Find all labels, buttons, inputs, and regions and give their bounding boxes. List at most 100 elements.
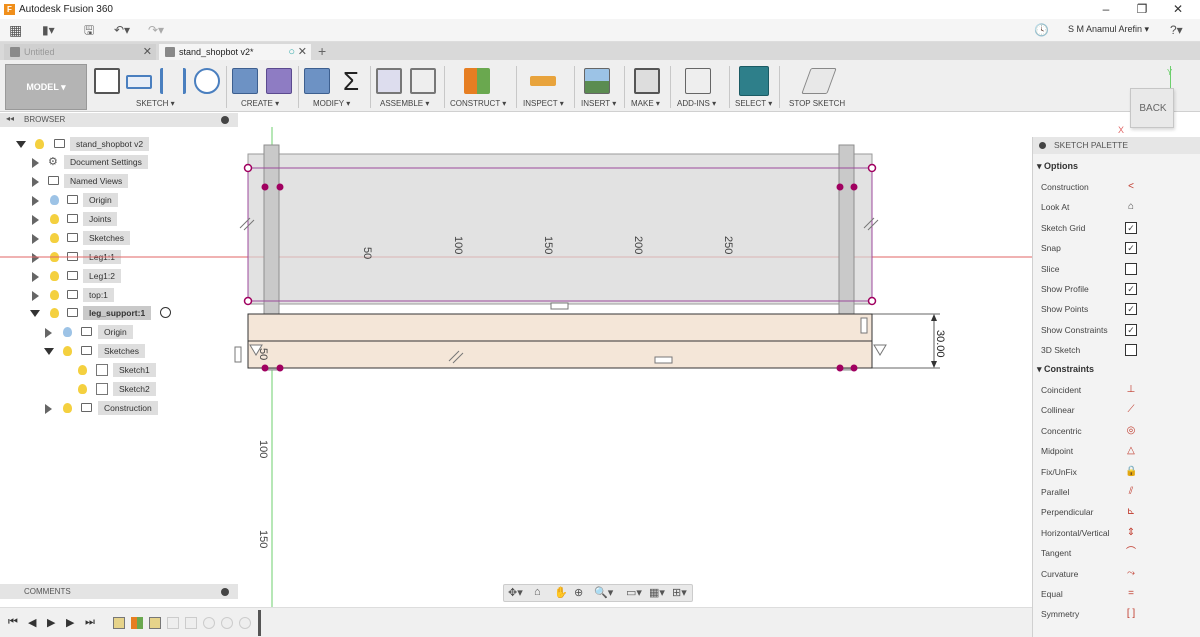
constraint-curvature[interactable]: Curvature ⤳ xyxy=(1041,566,1197,582)
scripts-addins-icon[interactable] xyxy=(685,68,711,94)
timeline-feature-icon[interactable] xyxy=(185,617,197,629)
tab-stand-shopbot[interactable]: stand_shopbot v2* ○ ✕ xyxy=(159,44,311,60)
timeline-feature-icon[interactable] xyxy=(167,617,179,629)
tangent-icon[interactable]: ⌒ xyxy=(1125,547,1137,559)
look-at-icon[interactable]: ⌂ xyxy=(1125,201,1137,213)
sketch-endpoint[interactable] xyxy=(276,183,284,191)
press-pull-icon[interactable] xyxy=(304,68,330,94)
timeline-marker[interactable] xyxy=(258,610,261,636)
construction-icon[interactable]: < xyxy=(1125,181,1137,193)
constraint-midpoint[interactable]: Midpoint △ xyxy=(1041,443,1197,459)
add-ins-menu[interactable]: ADD-INS ▾ xyxy=(677,99,716,108)
assemble-menu[interactable]: ASSEMBLE ▾ xyxy=(380,99,429,108)
undo-icon[interactable]: ↶▾ xyxy=(114,22,130,39)
offset-plane-icon[interactable] xyxy=(464,68,490,94)
workspace-switcher[interactable]: MODEL ▾ xyxy=(5,64,87,110)
constraint-parallel[interactable]: Parallel ⫽ xyxy=(1041,484,1197,500)
horizontal-constraint-icon[interactable] xyxy=(550,302,569,310)
constraint-tangent[interactable]: Tangent ⌒ xyxy=(1041,545,1197,561)
palette-checkbox[interactable]: ✓ xyxy=(1125,221,1137,234)
save-icon[interactable]: 🖫 xyxy=(84,22,94,39)
palette-option-3d-sketch[interactable]: 3D Sketch xyxy=(1041,342,1197,358)
constraint-coincident[interactable]: Coincident ⊥ xyxy=(1041,382,1197,398)
palette-option-snap[interactable]: Snap ✓ xyxy=(1041,240,1197,256)
user-name-menu[interactable]: S M Anamul Arefin ▾ xyxy=(1068,24,1149,35)
equal-icon[interactable]: = xyxy=(1125,588,1137,600)
palette-checkbox[interactable]: ✓ xyxy=(1125,303,1137,316)
new-component-icon[interactable] xyxy=(376,68,402,94)
constraint-collinear[interactable]: Collinear ⟋ xyxy=(1041,402,1197,418)
close-tab-icon[interactable]: ✕ xyxy=(298,44,307,60)
design-canvas[interactable]: 50 100 150 200 250 50 100 150 30.00 xyxy=(0,127,1032,607)
vertical-constraint-icon[interactable] xyxy=(860,317,868,334)
job-status-clock-icon[interactable]: 🕓 xyxy=(1034,22,1049,39)
sketch-endpoint[interactable] xyxy=(836,364,844,372)
collapse-browser-icon[interactable]: ◂◂ xyxy=(6,114,14,123)
inspect-menu[interactable]: INSPECT ▾ xyxy=(523,99,564,108)
sketch-endpoint[interactable] xyxy=(276,364,284,372)
lock-icon[interactable]: 🔒 xyxy=(1125,466,1137,478)
palette-option-show-constraints[interactable]: Show Constraints ✓ xyxy=(1041,322,1197,338)
redo-icon[interactable]: ↷▾ xyxy=(148,22,164,39)
constraint-symmetry[interactable]: Symmetry [ ] xyxy=(1041,606,1197,622)
concentric-icon[interactable]: ◎ xyxy=(1125,425,1137,437)
3d-print-icon[interactable] xyxy=(634,68,660,94)
perpendicular-icon[interactable]: ⊾ xyxy=(1125,506,1137,518)
curvature-icon[interactable]: ⤳ xyxy=(1125,568,1137,580)
viewports-icon[interactable]: ⊞▾ xyxy=(672,586,687,599)
palette-option-construction[interactable]: Construction < xyxy=(1041,179,1197,195)
sketch-point[interactable] xyxy=(243,163,253,173)
constraints-section-header[interactable]: ▾ Constraints xyxy=(1037,364,1094,375)
extrude-icon[interactable] xyxy=(232,68,258,94)
create-menu[interactable]: CREATE ▾ xyxy=(241,99,279,108)
play-icon[interactable]: ▶ xyxy=(47,616,55,629)
file-menu-icon[interactable]: ▮▾ xyxy=(42,22,55,39)
constraint-concentric[interactable]: Concentric ◎ xyxy=(1041,423,1197,439)
measure-icon[interactable] xyxy=(530,76,556,86)
stop-sketch-icon[interactable] xyxy=(801,68,837,94)
select-icon[interactable] xyxy=(739,66,769,96)
dimension-value[interactable]: 30.00 xyxy=(934,330,946,358)
zoom-icon[interactable]: ⊕ xyxy=(574,586,583,599)
sketch-endpoint[interactable] xyxy=(836,183,844,191)
constraint-perpendicular[interactable]: Perpendicular ⊾ xyxy=(1041,504,1197,520)
modify-menu[interactable]: MODIFY ▾ xyxy=(313,99,350,108)
sum-icon[interactable]: Σ xyxy=(338,68,364,94)
go-to-start-icon[interactable]: ⏮ xyxy=(8,616,18,629)
mirror-icon[interactable] xyxy=(160,68,186,94)
sketch-point[interactable] xyxy=(867,296,877,306)
comments-pin-icon[interactable] xyxy=(221,588,229,596)
data-panel-grid-icon[interactable]: ▦ xyxy=(9,22,22,39)
collinear-icon[interactable]: ⟋ xyxy=(1125,404,1137,416)
fit-zoom-icon[interactable]: 🔍▾ xyxy=(594,586,613,599)
sketch-point[interactable] xyxy=(243,296,253,306)
sketch-endpoint[interactable] xyxy=(261,364,269,372)
parallel-icon[interactable]: ⫽ xyxy=(1125,486,1137,498)
grid-settings-icon[interactable]: ▦▾ xyxy=(649,586,665,599)
form-icon[interactable] xyxy=(266,68,292,94)
palette-pin-icon[interactable] xyxy=(1039,142,1046,149)
timeline-plane-feature-icon[interactable] xyxy=(131,617,143,629)
palette-option-show-profile[interactable]: Show Profile ✓ xyxy=(1041,281,1197,297)
tab-untitled[interactable]: Untitled ✕ xyxy=(4,44,156,60)
timeline-feature-icon[interactable] xyxy=(221,617,233,629)
symmetry-icon[interactable]: [ ] xyxy=(1125,608,1137,620)
sketch-endpoint[interactable] xyxy=(850,183,858,191)
joint-icon[interactable] xyxy=(410,68,436,94)
rectangle-icon[interactable] xyxy=(126,75,152,89)
vertical-constraint-icon[interactable] xyxy=(234,346,242,363)
sketch-endpoint[interactable] xyxy=(850,364,858,372)
sketch-point[interactable] xyxy=(867,163,877,173)
select-menu[interactable]: SELECT ▾ xyxy=(735,99,772,108)
horizontal-constraint-icon[interactable] xyxy=(654,356,673,364)
minimize-button[interactable]: – xyxy=(1090,0,1122,19)
step-back-icon[interactable]: ◀ xyxy=(28,616,36,629)
circle-icon[interactable] xyxy=(194,68,220,94)
constraint-equal[interactable]: Equal = xyxy=(1041,586,1197,602)
palette-option-look-at[interactable]: Look At ⌂ xyxy=(1041,199,1197,215)
palette-checkbox[interactable] xyxy=(1125,344,1137,357)
insert-menu[interactable]: INSERT ▾ xyxy=(581,99,616,108)
timeline-feature-icon[interactable] xyxy=(239,617,251,629)
create-sketch-icon[interactable] xyxy=(94,68,120,94)
viewcube[interactable]: BACK xyxy=(1130,88,1174,128)
